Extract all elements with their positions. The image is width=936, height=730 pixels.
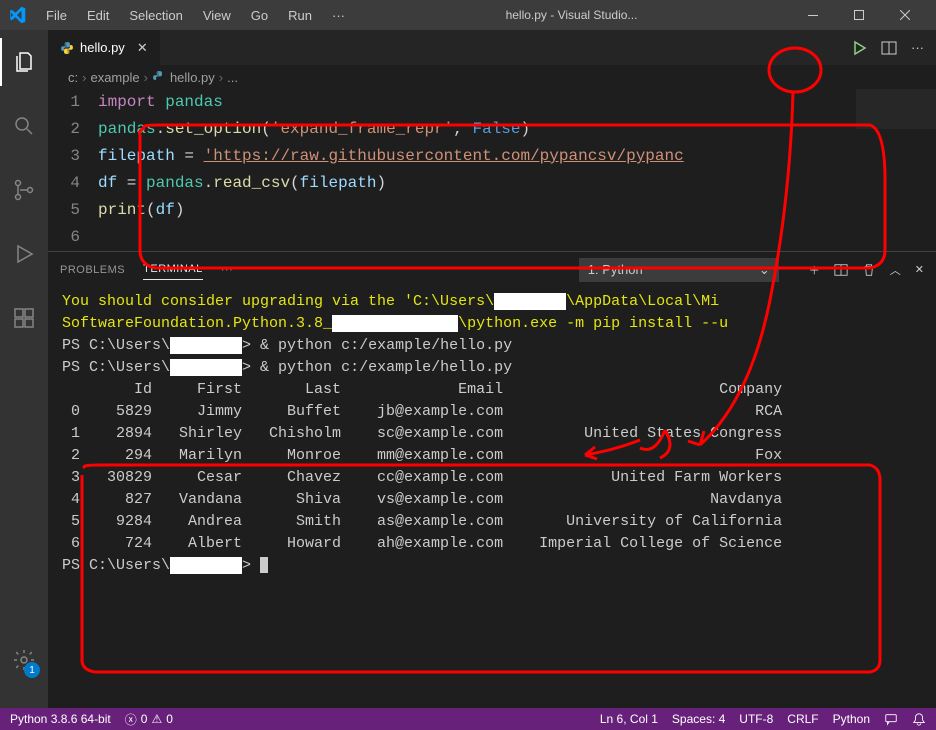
window-title: hello.py - Visual Studio... (353, 8, 790, 22)
chevron-right-icon: › (219, 70, 223, 85)
chevron-down-icon: ⌄ (759, 262, 770, 278)
chevron-right-icon: › (144, 70, 148, 85)
terminal-selector-label: 1: Python (588, 262, 643, 277)
settings-badge: 1 (24, 662, 40, 678)
notifications-icon[interactable] (912, 712, 926, 726)
menu-view[interactable]: View (195, 4, 239, 27)
menu-bar: File Edit Selection View Go Run ··· (38, 4, 353, 27)
close-panel-icon[interactable]: ✕ (915, 263, 924, 276)
minimap[interactable] (856, 89, 936, 129)
split-editor-icon[interactable] (881, 40, 897, 56)
window-controls (790, 0, 928, 30)
error-icon: ⓧ (125, 711, 137, 728)
editor-tabs: hello.py ✕ ··· (48, 30, 936, 65)
menu-go[interactable]: Go (243, 4, 276, 27)
breadcrumb-file[interactable]: hello.py (170, 70, 215, 85)
status-indentation[interactable]: Spaces: 4 (672, 712, 725, 726)
activity-bar: 1 (0, 30, 48, 708)
more-actions-icon[interactable]: ··· (911, 40, 924, 55)
feedback-icon[interactable] (884, 712, 898, 726)
extensions-icon[interactable] (0, 294, 48, 342)
code-editor[interactable]: 123456 import pandaspandas.set_option('e… (48, 89, 936, 251)
explorer-icon[interactable] (0, 38, 48, 86)
code-content[interactable]: import pandaspandas.set_option('expand_f… (98, 89, 936, 251)
status-eol[interactable]: CRLF (787, 712, 818, 726)
breadcrumb-tail[interactable]: ... (227, 70, 238, 85)
terminal-selector[interactable]: 1: Python ⌄ (579, 258, 779, 282)
split-terminal-icon[interactable] (834, 263, 848, 277)
breadcrumb-drive[interactable]: c: (68, 70, 78, 85)
run-file-icon[interactable] (851, 40, 867, 56)
panel: PROBLEMS TERMINAL ··· 1: Python ⌄ ＋ ︿ ✕ … (48, 251, 936, 708)
title-bar: File Edit Selection View Go Run ··· hell… (0, 0, 936, 30)
run-debug-icon[interactable] (0, 230, 48, 278)
kill-terminal-icon[interactable] (862, 263, 876, 277)
source-control-icon[interactable] (0, 166, 48, 214)
menu-run[interactable]: Run (280, 4, 320, 27)
search-icon[interactable] (0, 102, 48, 150)
warning-icon: ⚠ (151, 712, 162, 726)
breadcrumb-folder[interactable]: example (90, 70, 139, 85)
tab-terminal[interactable]: TERMINAL (143, 259, 203, 280)
status-cursor-position[interactable]: Ln 6, Col 1 (600, 712, 658, 726)
chevron-right-icon: › (82, 70, 86, 85)
panel-tabs: PROBLEMS TERMINAL ··· 1: Python ⌄ ＋ ︿ ✕ (48, 252, 936, 287)
menu-selection[interactable]: Selection (121, 4, 190, 27)
menu-edit[interactable]: Edit (79, 4, 117, 27)
tab-more[interactable]: ··· (221, 260, 234, 280)
close-button[interactable] (882, 0, 928, 30)
settings-gear-icon[interactable]: 1 (0, 636, 48, 684)
vscode-logo-icon (8, 6, 26, 24)
menu-file[interactable]: File (38, 4, 75, 27)
terminal-output[interactable]: You should consider upgrading via the 'C… (48, 287, 936, 708)
python-file-icon (60, 41, 74, 55)
maximize-panel-icon[interactable]: ︿ (890, 262, 901, 278)
breadcrumb[interactable]: c: › example › hello.py › ... (48, 65, 936, 89)
status-python-version[interactable]: Python 3.8.6 64-bit (10, 712, 111, 726)
tab-hello-py[interactable]: hello.py ✕ (48, 30, 161, 65)
line-gutter: 123456 (48, 89, 98, 251)
new-terminal-icon[interactable]: ＋ (809, 262, 820, 278)
tab-problems[interactable]: PROBLEMS (60, 260, 125, 280)
menu-more[interactable]: ··· (324, 4, 353, 27)
maximize-button[interactable] (836, 0, 882, 30)
status-language[interactable]: Python (833, 712, 870, 726)
python-file-icon (152, 70, 166, 84)
close-tab-icon[interactable]: ✕ (137, 40, 148, 56)
tab-label: hello.py (80, 40, 125, 55)
status-problems[interactable]: ⓧ0 ⚠0 (125, 711, 173, 728)
status-encoding[interactable]: UTF-8 (739, 712, 773, 726)
status-bar: Python 3.8.6 64-bit ⓧ0 ⚠0 Ln 6, Col 1 Sp… (0, 708, 936, 730)
minimize-button[interactable] (790, 0, 836, 30)
